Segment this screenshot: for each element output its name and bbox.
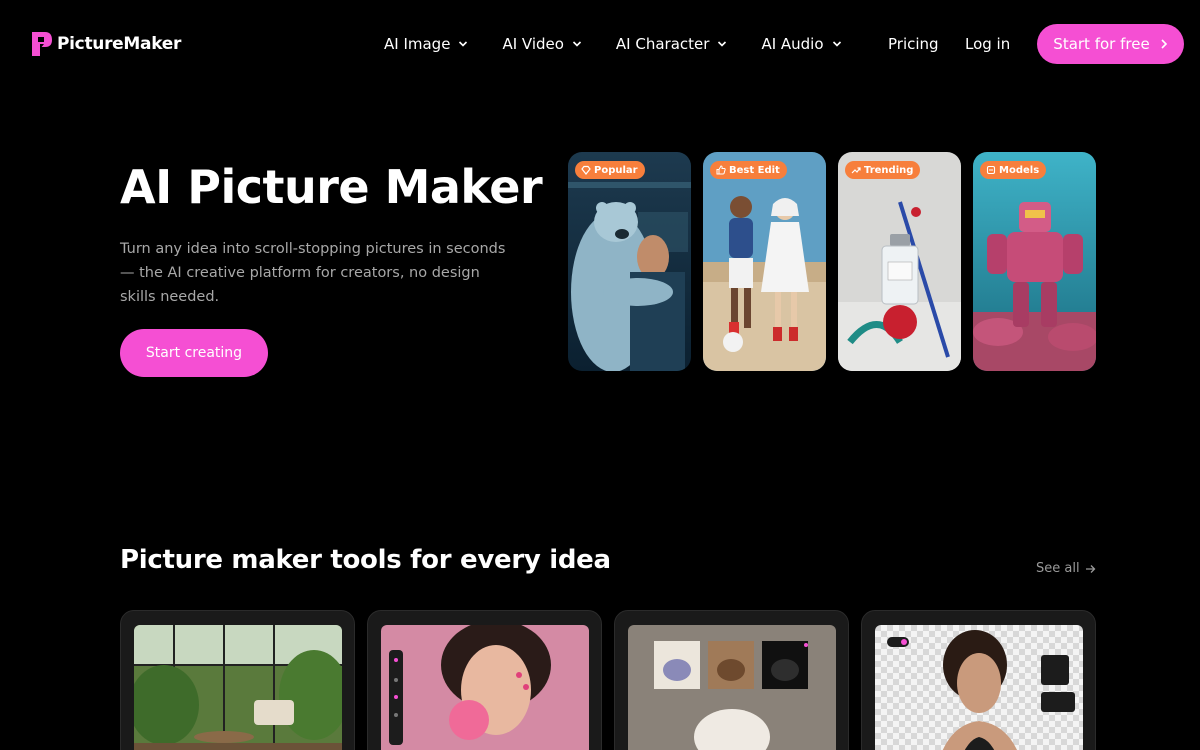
model-cube-icon bbox=[986, 165, 996, 175]
hero-description: Turn any idea into scroll-stopping pictu… bbox=[120, 241, 506, 305]
see-all-label: See all bbox=[1036, 561, 1080, 576]
tool-card[interactable] bbox=[614, 610, 849, 750]
pricing-link[interactable]: Pricing bbox=[888, 35, 939, 53]
chevron-down-icon bbox=[572, 41, 581, 47]
chevron-down-icon bbox=[832, 41, 841, 47]
brand-name: PictureMaker bbox=[57, 34, 182, 54]
login-link[interactable]: Log in bbox=[965, 35, 1010, 53]
badge-label: Trending bbox=[864, 164, 914, 176]
trending-up-icon bbox=[851, 167, 861, 174]
perfume-bottle-image bbox=[838, 152, 961, 371]
showcase-card-popular[interactable]: Popular bbox=[568, 152, 691, 371]
background-removal-portrait-image bbox=[875, 625, 1083, 750]
top-navigation: PictureMaker AI Image AI Video AI Charac… bbox=[0, 0, 1200, 90]
button-label: Start for free bbox=[1053, 35, 1150, 53]
greenhouse-interior-image bbox=[134, 625, 342, 750]
badge-label: Best Edit bbox=[729, 164, 780, 176]
menu-label: AI Video bbox=[502, 35, 564, 53]
badge-models: Models bbox=[980, 161, 1047, 179]
tool-card[interactable] bbox=[861, 610, 1096, 750]
menu-label: AI Image bbox=[384, 35, 451, 53]
chevron-down-icon bbox=[718, 41, 727, 47]
hero-title: AI Picture Maker bbox=[120, 160, 543, 214]
badge-trending: Trending bbox=[845, 161, 921, 179]
fashion-duo-image bbox=[703, 152, 826, 371]
logo-icon bbox=[32, 32, 52, 56]
tool-card[interactable] bbox=[367, 610, 602, 750]
start-creating-button[interactable]: Start creating bbox=[120, 329, 268, 377]
tools-section-title: Picture maker tools for every idea bbox=[120, 545, 611, 575]
see-all-link[interactable]: See all bbox=[1036, 561, 1096, 576]
diamond-icon bbox=[581, 165, 591, 175]
start-for-free-button[interactable]: Start for free bbox=[1037, 24, 1184, 64]
main-menu: AI Image AI Video AI Character AI Audio bbox=[384, 35, 876, 53]
menu-ai-video[interactable]: AI Video bbox=[502, 35, 581, 53]
underwater-robot-image bbox=[973, 152, 1096, 371]
showcase-card-models[interactable]: Models bbox=[973, 152, 1096, 371]
badge-label: Models bbox=[999, 164, 1040, 176]
menu-ai-character[interactable]: AI Character bbox=[616, 35, 728, 53]
badge-best-edit: Best Edit bbox=[710, 161, 787, 179]
badge-label: Popular bbox=[594, 164, 638, 176]
chevron-down-icon bbox=[459, 41, 468, 47]
menu-ai-image[interactable]: AI Image bbox=[384, 35, 468, 53]
bubblegum-portrait-editor-image bbox=[381, 625, 589, 750]
badge-popular: Popular bbox=[575, 161, 645, 179]
teapot-variations-image bbox=[628, 625, 836, 750]
menu-label: AI Character bbox=[615, 35, 710, 53]
showcase-card-trending[interactable]: Trending bbox=[838, 152, 961, 371]
showcase-card-best-edit[interactable]: Best Edit bbox=[703, 152, 826, 371]
chevron-right-icon bbox=[1161, 39, 1167, 49]
arrow-right-icon bbox=[1085, 564, 1095, 573]
logo[interactable]: PictureMaker bbox=[31, 31, 181, 57]
menu-label: AI Audio bbox=[761, 35, 824, 53]
tool-card[interactable] bbox=[120, 610, 355, 750]
thumbs-up-icon bbox=[716, 165, 726, 175]
menu-ai-audio[interactable]: AI Audio bbox=[761, 35, 841, 53]
polar-bear-hug-image bbox=[568, 152, 691, 371]
